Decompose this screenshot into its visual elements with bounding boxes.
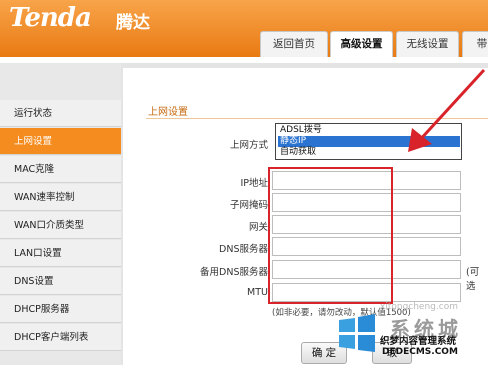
- dns2-label: 备用DNS服务器: [200, 267, 268, 278]
- sidebar-item-wan-speed[interactable]: WAN速率控制: [0, 184, 121, 211]
- sidebar-item-wan-media[interactable]: WAN口介质类型: [0, 212, 121, 239]
- dns-label: DNS服务器: [219, 244, 268, 255]
- optional-note: (可选: [466, 267, 480, 292]
- windows-logo-icon: [339, 314, 375, 352]
- mode-label: 上网方式: [229, 140, 268, 151]
- highlight-box: [268, 167, 393, 304]
- ip-label: IP地址: [240, 178, 268, 189]
- sidebar-item-mac-clone[interactable]: MAC克隆: [0, 156, 121, 183]
- mask-label: 子网掩码: [229, 200, 268, 211]
- sidebar-item-dhcp-clients[interactable]: DHCP客户端列表: [0, 324, 121, 351]
- mtu-label: MTU: [247, 287, 268, 298]
- pointer-arrow-icon: [408, 68, 486, 152]
- tenda-logo-cn: 腾达: [116, 13, 150, 33]
- sidebar-item-status[interactable]: 运行状态: [0, 100, 121, 127]
- sidebar-item-dns[interactable]: DNS设置: [0, 268, 121, 295]
- watermark-dedecms: DEDECMS.COM: [382, 347, 458, 357]
- tab-advanced-settings[interactable]: 高级设置: [330, 31, 393, 58]
- sidebar-item-lan[interactable]: LAN口设置: [0, 240, 121, 267]
- tab-wireless-settings[interactable]: 无线设置: [396, 31, 459, 57]
- header-bar: Tenda 腾达 返回首页 高级设置 无线设置 带: [0, 0, 488, 58]
- tab-bandwidth[interactable]: 带: [462, 31, 488, 57]
- sidebar-item-dhcp-server[interactable]: DHCP服务器: [0, 296, 121, 323]
- tab-home[interactable]: 返回首页: [260, 31, 328, 57]
- watermark-url: xitongcheng.com: [380, 302, 458, 312]
- sidebar: 运行状态 上网设置 MAC克隆 WAN速率控制 WAN口介质类型 LAN口设置 …: [0, 63, 121, 365]
- section-title: 上网设置: [148, 107, 188, 118]
- watermark-dedecms-cn: 织梦内容管理系统: [380, 336, 457, 347]
- gateway-label: 网关: [248, 222, 268, 233]
- sidebar-item-internet-settings[interactable]: 上网设置: [0, 128, 121, 155]
- tenda-logo: Tenda: [9, 3, 92, 33]
